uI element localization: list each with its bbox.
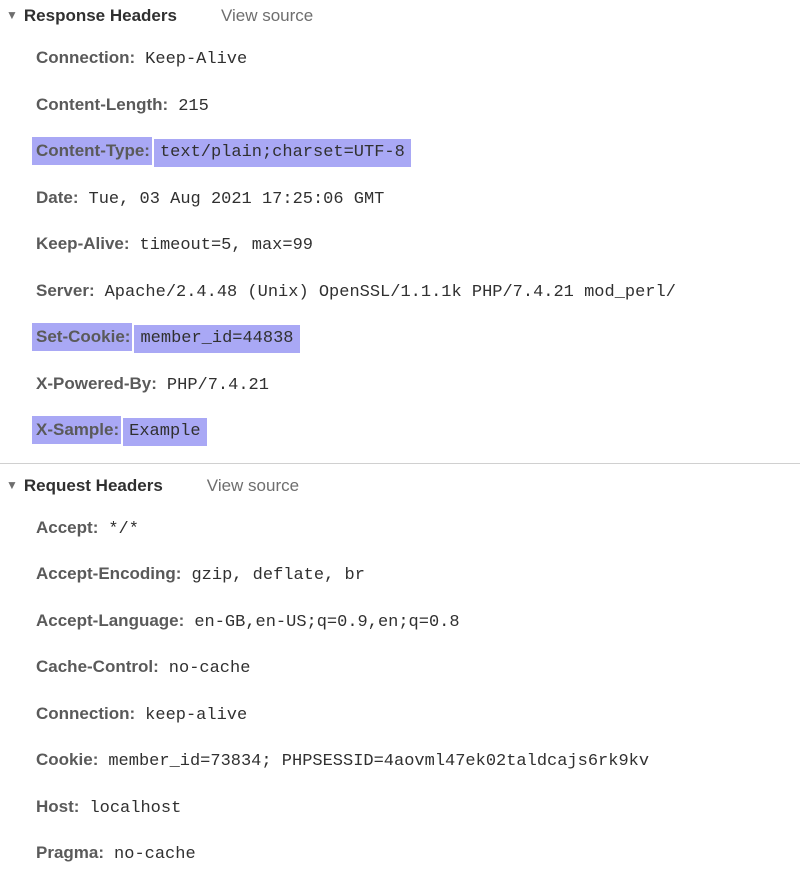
header-name: Set-Cookie bbox=[32, 323, 132, 351]
header-row[interactable]: Content-Typetext/plain;charset=UTF-8 bbox=[0, 129, 800, 176]
header-name: Connection bbox=[32, 700, 137, 728]
header-row[interactable]: DateTue, 03 Aug 2021 17:25:06 GMT bbox=[0, 176, 800, 223]
header-row[interactable]: X-Powered-ByPHP/7.4.21 bbox=[0, 362, 800, 409]
header-value: timeout=5, max=99 bbox=[134, 232, 319, 260]
header-row[interactable]: Cache-Controlno-cache bbox=[0, 645, 800, 692]
header-value: */* bbox=[102, 516, 145, 544]
header-row[interactable]: Accept-Encodinggzip, deflate, br bbox=[0, 552, 800, 599]
header-row[interactable]: Cookiemember_id=73834; PHPSESSID=4aovml4… bbox=[0, 738, 800, 785]
header-value: member_id=44838 bbox=[134, 325, 299, 353]
header-name: Accept-Language bbox=[32, 607, 186, 635]
header-value: Tue, 03 Aug 2021 17:25:06 GMT bbox=[83, 186, 391, 214]
header-value: localhost bbox=[83, 795, 187, 823]
header-name: X-Powered-By bbox=[32, 370, 159, 398]
header-row[interactable]: ServerApache/2.4.48 (Unix) OpenSSL/1.1.1… bbox=[0, 269, 800, 316]
request-headers-section: ▼ Request Headers View source Accept*/*A… bbox=[0, 470, 800, 882]
header-name: Content-Type bbox=[32, 137, 152, 165]
header-value: Example bbox=[123, 418, 206, 446]
header-value: PHP/7.4.21 bbox=[161, 372, 275, 400]
header-row[interactable]: Set-Cookiemember_id=44838 bbox=[0, 315, 800, 362]
header-name: Pragma bbox=[32, 839, 106, 867]
header-row[interactable]: Connectionkeep-alive bbox=[0, 692, 800, 739]
header-name: X-Sample bbox=[32, 416, 121, 444]
header-name: Cache-Control bbox=[32, 653, 161, 681]
header-name: Content-Length bbox=[32, 91, 170, 119]
header-row[interactable]: X-SampleExample bbox=[0, 408, 800, 455]
view-source-link[interactable]: View source bbox=[221, 6, 313, 26]
header-row[interactable]: Accept*/* bbox=[0, 506, 800, 553]
header-value: gzip, deflate, br bbox=[185, 562, 370, 590]
view-source-link[interactable]: View source bbox=[207, 476, 299, 496]
header-value: Keep-Alive bbox=[139, 46, 253, 74]
response-headers-list: ConnectionKeep-AliveContent-Length215Con… bbox=[0, 36, 800, 455]
header-value: 215 bbox=[172, 93, 215, 121]
collapse-triangle-icon[interactable]: ▼ bbox=[6, 8, 18, 22]
header-row[interactable]: Hostlocalhost bbox=[0, 785, 800, 832]
header-row[interactable]: Accept-Languageen-GB,en-US;q=0.9,en;q=0.… bbox=[0, 599, 800, 646]
header-name: Connection bbox=[32, 44, 137, 72]
response-headers-section: ▼ Response Headers View source Connectio… bbox=[0, 0, 800, 459]
header-name: Host bbox=[32, 793, 81, 821]
section-divider bbox=[0, 463, 800, 464]
request-headers-list: Accept*/*Accept-Encodinggzip, deflate, b… bbox=[0, 506, 800, 878]
header-row[interactable]: Pragmano-cache bbox=[0, 831, 800, 878]
header-value: no-cache bbox=[108, 841, 202, 869]
header-value: Apache/2.4.48 (Unix) OpenSSL/1.1.1k PHP/… bbox=[99, 279, 682, 307]
header-name: Accept-Encoding bbox=[32, 560, 183, 588]
header-name: Cookie bbox=[32, 746, 100, 774]
request-headers-title: Request Headers bbox=[24, 476, 163, 496]
header-name: Server bbox=[32, 277, 97, 305]
header-value: keep-alive bbox=[139, 702, 253, 730]
header-row[interactable]: Keep-Alivetimeout=5, max=99 bbox=[0, 222, 800, 269]
header-row[interactable]: Content-Length215 bbox=[0, 83, 800, 130]
header-value: text/plain;charset=UTF-8 bbox=[154, 139, 411, 167]
response-headers-title-row[interactable]: ▼ Response Headers View source bbox=[0, 0, 800, 36]
header-value: member_id=73834; PHPSESSID=4aovml47ek02t… bbox=[102, 748, 655, 776]
header-name: Accept bbox=[32, 514, 100, 542]
header-name: Keep-Alive bbox=[32, 230, 132, 258]
header-row[interactable]: ConnectionKeep-Alive bbox=[0, 36, 800, 83]
header-value: no-cache bbox=[163, 655, 257, 683]
header-value: en-GB,en-US;q=0.9,en;q=0.8 bbox=[188, 609, 465, 637]
header-name: Date bbox=[32, 184, 81, 212]
collapse-triangle-icon[interactable]: ▼ bbox=[6, 478, 18, 492]
request-headers-title-row[interactable]: ▼ Request Headers View source bbox=[0, 470, 800, 506]
response-headers-title: Response Headers bbox=[24, 6, 177, 26]
